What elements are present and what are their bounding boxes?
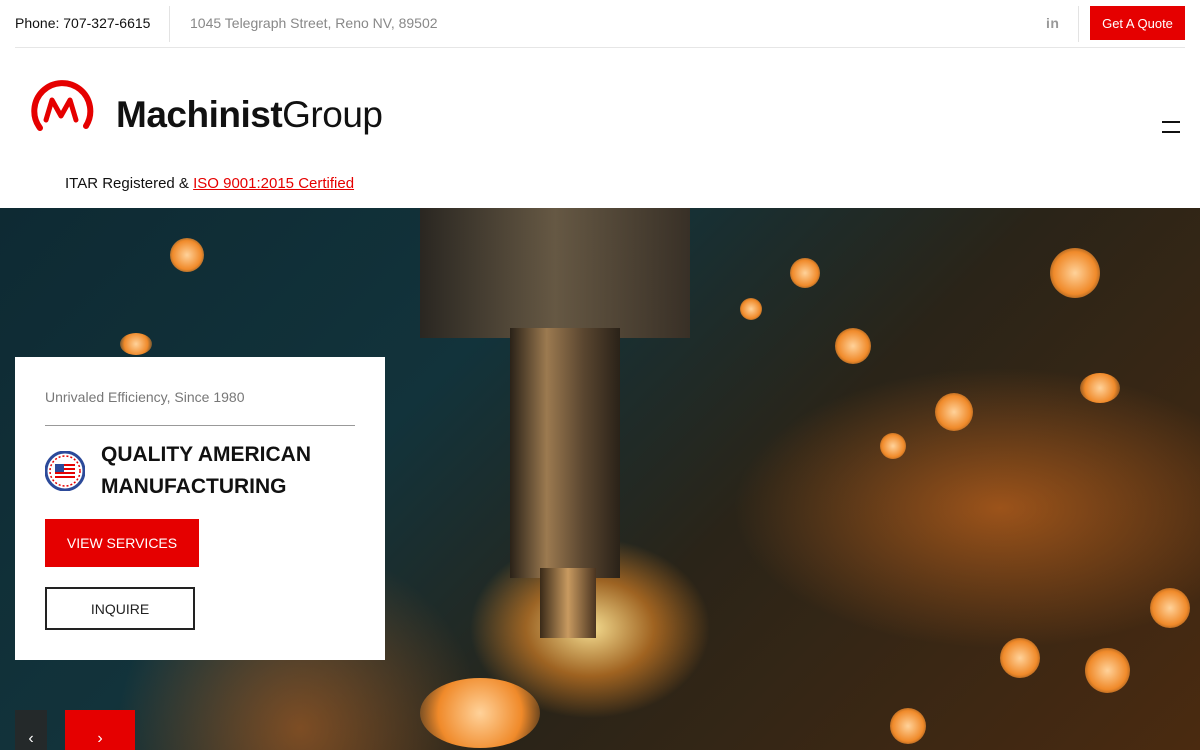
- hero-spark: [120, 333, 152, 355]
- hamburger-menu-icon[interactable]: [1162, 121, 1184, 135]
- hero-spark: [935, 393, 973, 431]
- hero-spark: [170, 238, 204, 272]
- site-logo[interactable]: MachinistGroup: [28, 76, 408, 142]
- view-services-button[interactable]: VIEW SERVICES: [45, 519, 199, 567]
- machinist-logo-icon: [31, 80, 94, 131]
- inquire-button[interactable]: INQUIRE: [45, 587, 195, 630]
- iso-certified-link[interactable]: ISO 9001:2015 Certified: [193, 175, 354, 192]
- logo-wordmark: MachinistGroup: [116, 94, 383, 136]
- hero-title-line1: QUALITY AMERICAN: [101, 443, 311, 466]
- hero-spark: [1085, 648, 1130, 693]
- hero-title-line2: MANUFACTURING: [101, 475, 287, 498]
- hero-title: QUALITY AMERICAN MANUFACTURING: [101, 439, 361, 503]
- hero-spark: [1080, 373, 1120, 403]
- get-a-quote-button[interactable]: Get A Quote: [1090, 6, 1185, 40]
- divider: [1078, 6, 1079, 42]
- top-bar: Phone: 707-327-6615 1045 Telegraph Stree…: [0, 0, 1200, 48]
- hero-spark: [890, 708, 926, 744]
- slider-prev-arrow-icon[interactable]: ‹: [15, 710, 47, 750]
- divider: [169, 6, 170, 42]
- hero-spark: [1000, 638, 1040, 678]
- hero-spark: [740, 298, 762, 320]
- logo-light-text: Group: [282, 94, 383, 135]
- phone-label: Phone:: [15, 15, 60, 31]
- hero-tagline: Unrivaled Efficiency, Since 1980: [45, 389, 245, 405]
- phone-info: Phone: 707-327-6615: [15, 15, 150, 31]
- hero-image-spindle: [510, 328, 620, 578]
- top-bar-border: [15, 47, 1185, 48]
- hero-card: Unrivaled Efficiency, Since 1980 QUALITY…: [15, 357, 385, 660]
- hero-spark: [1050, 248, 1100, 298]
- hero-image-machine: [420, 208, 690, 338]
- slider-next-arrow-icon[interactable]: ›: [65, 710, 135, 750]
- hero-image-tool: [540, 568, 596, 638]
- hero-slider: Unrivaled Efficiency, Since 1980 QUALITY…: [0, 208, 1200, 750]
- cert-prefix: ITAR Registered &: [65, 175, 194, 192]
- hero-spark: [880, 433, 906, 459]
- hero-spark: [420, 678, 540, 748]
- hero-card-divider: [45, 425, 355, 426]
- logo-bold-text: Machinist: [116, 94, 283, 135]
- address-text: 1045 Telegraph Street, Reno NV, 89502: [190, 15, 438, 31]
- hero-spark: [835, 328, 871, 364]
- linkedin-icon[interactable]: in: [1046, 15, 1059, 31]
- phone-number-link[interactable]: 707-327-6615: [63, 15, 150, 31]
- american-flag-badge-icon: [45, 451, 85, 491]
- hero-spark: [790, 258, 820, 288]
- certification-line: ITAR Registered & ISO 9001:2015 Certifie…: [65, 175, 354, 192]
- hero-spark: [1150, 588, 1190, 628]
